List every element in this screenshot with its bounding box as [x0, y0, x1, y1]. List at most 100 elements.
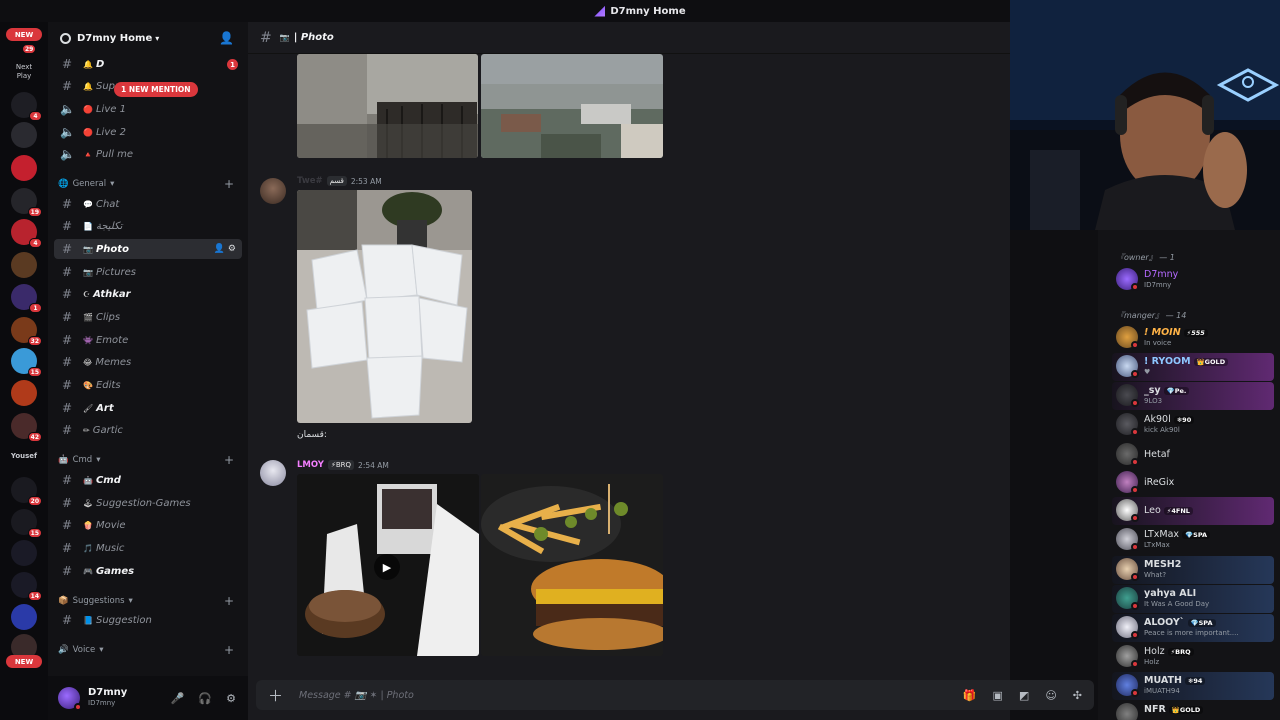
attachment-image[interactable]	[297, 54, 478, 158]
channel-suggestion-games[interactable]: # 🕹 Suggestion-Games	[54, 493, 242, 513]
channel-music[interactable]: # 🎵 Music	[54, 538, 242, 558]
server-icon[interactable]: 15	[11, 509, 42, 538]
message-author[interactable]: LMOY	[297, 460, 324, 470]
gift-icon[interactable]: 🎁	[963, 689, 977, 702]
channel-games[interactable]: # 🎮 Games	[54, 561, 242, 581]
category-general[interactable]: 🌐 General ▾ +	[58, 176, 238, 192]
server-icon[interactable]	[11, 252, 37, 278]
speaker-icon: 🔈	[60, 102, 75, 116]
server-icon[interactable]	[11, 540, 37, 566]
sticker-icon[interactable]: ◩	[1019, 689, 1029, 702]
category-voice[interactable]: 🔊 Voice ▾ +	[58, 642, 238, 658]
channel-athkar[interactable]: # ☪ Athkar	[54, 284, 242, 304]
server-icon-dgz[interactable]	[11, 380, 37, 406]
attachment-image[interactable]	[481, 54, 663, 158]
new-unreads-pill-bottom[interactable]: NEW	[6, 655, 42, 668]
server-icon[interactable]: 1	[11, 284, 42, 313]
next-play-server[interactable]: Next Play	[4, 63, 44, 81]
channel-d[interactable]: # 🔔 D	[54, 54, 242, 74]
chevron-down-icon: ▾	[155, 33, 160, 43]
create-channel-icon[interactable]: +	[224, 643, 234, 657]
channel-cmd[interactable]: # 🤖 Cmd	[54, 470, 242, 490]
member-item[interactable]: LTxMax 💎SPA LTxMax	[1112, 526, 1274, 554]
channel-chat[interactable]: # 💬 Chat	[54, 194, 242, 214]
emoji-icon[interactable]: ☺	[1045, 689, 1056, 702]
server-header[interactable]: D7mny Home ▾ 👤	[48, 22, 248, 54]
member-item[interactable]: MESH2 What?	[1112, 556, 1274, 584]
channel-arabic[interactable]: # 📄 تكليجة	[54, 216, 242, 236]
category-suggestions[interactable]: 📦 Suggestions ▾ +	[58, 593, 238, 609]
category-cmd[interactable]: 🤖 Cmd ▾ +	[58, 452, 238, 468]
gif-icon[interactable]: ▣	[993, 689, 1003, 702]
channel-photo[interactable]: # 📷 Photo 👤 ⚙	[54, 239, 242, 259]
play-icon[interactable]: ▶	[374, 554, 400, 580]
member-item[interactable]: yahya ALI It Was A Good Day	[1112, 585, 1274, 613]
member-item[interactable]: Holz ⚡BRQ Holz	[1112, 643, 1274, 671]
avatar[interactable]	[260, 178, 286, 204]
server-icon[interactable]: 4	[11, 92, 42, 121]
attachment-image[interactable]	[297, 190, 472, 423]
channel-clips[interactable]: # 🎬 Clips	[54, 307, 242, 327]
server-icon[interactable]: 32	[11, 317, 42, 346]
server-icon[interactable]: 14	[11, 572, 42, 601]
member-item[interactable]: D7mny ID7mny	[1112, 266, 1274, 294]
message-composer[interactable]: ＋ Message # 📷 ✶ | Photo 🎁 ▣ ◩ ☺ ✣	[256, 680, 1094, 710]
create-channel-icon[interactable]: +	[224, 594, 234, 608]
hash-icon: #	[61, 378, 73, 392]
server-icon[interactable]	[11, 604, 37, 630]
status-dot	[1131, 486, 1139, 494]
server-icon[interactable]: 20	[11, 477, 42, 506]
microphone-icon[interactable]: 🎤	[171, 692, 185, 705]
status-dot	[74, 703, 82, 711]
create-channel-icon[interactable]: +	[224, 177, 234, 191]
attachment-image[interactable]	[481, 474, 663, 656]
channel-live-2[interactable]: 🔈 🔴 Live 2	[54, 122, 242, 142]
channel-sidebar: D7mny Home ▾ 👤 #🔔D #🔔Support 🔈🔴Live 1 🔈🔴…	[48, 22, 248, 720]
channel-gartic[interactable]: # ✏ Gartic	[54, 420, 242, 440]
server-icon-sara[interactable]: 15	[11, 348, 42, 377]
channel-art[interactable]: # 🖌 Art	[54, 398, 242, 418]
member-item[interactable]: ! MOIN ⚡555 In voice	[1112, 324, 1274, 352]
member-item[interactable]: iReGix	[1112, 469, 1274, 497]
message-input[interactable]: Message # 📷 ✶ | Photo	[299, 690, 414, 701]
message-timestamp: 2:53 AM	[350, 176, 382, 186]
channel-pictures[interactable]: # 📷 Pictures	[54, 262, 242, 282]
channel-pull-me[interactable]: 🔈 🔺 Pull me	[54, 144, 242, 164]
channel-movie[interactable]: # 🍿 Movie	[54, 515, 242, 535]
channel-live-1[interactable]: 🔈 🔴 Live 1	[54, 99, 242, 119]
channel-edits[interactable]: # 🎨 Edits	[54, 375, 242, 395]
apps-icon[interactable]: ✣	[1073, 689, 1082, 702]
server-icon-hol[interactable]: 19	[11, 188, 42, 217]
avatar[interactable]	[260, 460, 286, 486]
member-item[interactable]: ! RYOOM 👑GOLD ♥	[1112, 353, 1274, 381]
add-attachment-icon[interactable]: ＋	[268, 685, 283, 706]
yousef-server[interactable]: Yousef	[4, 452, 44, 461]
attachment-video[interactable]: ▶	[297, 474, 479, 656]
member-item[interactable]: Hetaf	[1112, 441, 1274, 469]
user-info[interactable]: D7mny ID7mny	[88, 687, 127, 709]
avatar[interactable]	[58, 687, 82, 711]
channel-emote[interactable]: # 👾 Emote	[54, 330, 242, 350]
gear-icon[interactable]: ⚙	[226, 692, 236, 705]
new-unreads-pill-top[interactable]: NEW	[6, 28, 42, 41]
server-icon[interactable]: 42	[11, 413, 42, 442]
headphones-icon[interactable]: 🎧	[198, 692, 212, 705]
member-item[interactable]: ALOOY` 💎SPA Peace is more important....	[1112, 614, 1274, 642]
server-icon[interactable]: 4	[11, 219, 42, 248]
channel-suggestion[interactable]: # 📘 Suggestion	[54, 610, 242, 630]
server-icon[interactable]	[11, 155, 37, 181]
create-channel-icon[interactable]: +	[224, 453, 234, 467]
message-author[interactable]: Twe#	[297, 176, 323, 186]
member-item[interactable]: NFR 👑GOLD	[1112, 701, 1274, 720]
speaker-icon: 🔊	[58, 645, 69, 655]
member-item[interactable]: MUATH ❄94 iMUATH94	[1112, 672, 1274, 700]
member-item[interactable]: Leo ⚡4FNL	[1112, 497, 1274, 525]
invite-people-icon[interactable]: 👤	[219, 31, 234, 45]
channel-settings-icon[interactable]: 👤 ⚙	[214, 244, 236, 254]
server-icon-gangs[interactable]	[11, 122, 37, 148]
member-item[interactable]: Ak90l ❄90 kick Ak90l	[1112, 411, 1274, 439]
app-logo-icon	[594, 5, 606, 17]
member-item[interactable]: _sy 💎Pe. 9LO3	[1112, 382, 1274, 410]
channel-memes[interactable]: # 😂 Memes	[54, 352, 242, 372]
new-mention-pill[interactable]: 1 NEW MENTION	[114, 82, 198, 97]
